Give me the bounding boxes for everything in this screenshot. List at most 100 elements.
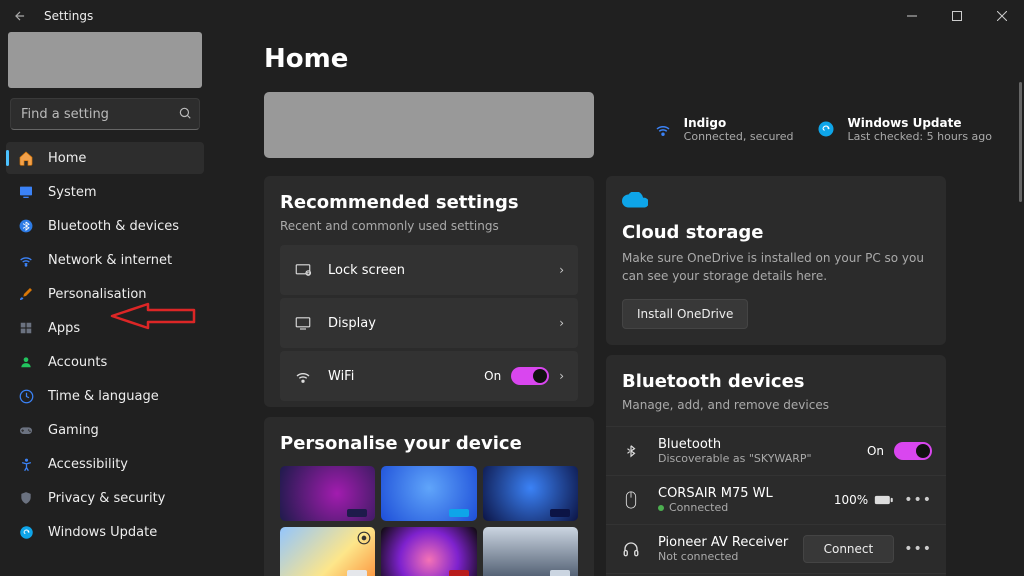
sidebar-item-label: Accounts bbox=[48, 355, 107, 370]
wifi-icon bbox=[18, 252, 34, 268]
bluetooth-toggle[interactable] bbox=[894, 442, 932, 460]
bluetooth-toggle-row[interactable]: Bluetooth Discoverable as "SKYWARP" On bbox=[606, 426, 946, 475]
setting-display[interactable]: Display › bbox=[280, 298, 578, 348]
app-title: Settings bbox=[44, 9, 93, 23]
sidebar-item-label: Home bbox=[48, 151, 86, 166]
sidebar-item-privacy[interactable]: Privacy & security bbox=[6, 482, 204, 514]
sidebar-item-label: Personalisation bbox=[48, 287, 147, 302]
search-icon bbox=[178, 105, 192, 124]
setting-label: Lock screen bbox=[328, 263, 559, 278]
sidebar-item-accessibility[interactable]: Accessibility bbox=[6, 448, 204, 480]
sidebar-item-label: Gaming bbox=[48, 423, 99, 438]
theme-option[interactable] bbox=[381, 466, 476, 521]
search-input[interactable] bbox=[10, 98, 200, 130]
sidebar-item-bluetooth[interactable]: Bluetooth & devices bbox=[6, 210, 204, 242]
gamepad-icon bbox=[18, 422, 34, 438]
sidebar-item-home[interactable]: Home bbox=[6, 142, 204, 174]
wifi-icon bbox=[294, 367, 312, 385]
sidebar-item-network[interactable]: Network & internet bbox=[6, 244, 204, 276]
sidebar-item-system[interactable]: System bbox=[6, 176, 204, 208]
accessibility-icon bbox=[18, 456, 34, 472]
bluetooth-icon bbox=[18, 218, 34, 234]
device-battery: 100% bbox=[834, 493, 868, 507]
chevron-right-icon: › bbox=[559, 316, 564, 330]
system-icon bbox=[18, 184, 34, 200]
mouse-icon bbox=[620, 490, 642, 510]
bt-sub: Discoverable as "SKYWARP" bbox=[658, 452, 867, 465]
bt-state: On bbox=[867, 444, 884, 458]
device-name: Pioneer AV Receiver bbox=[658, 535, 803, 550]
device-row[interactable]: CORSAIR M75 WL Connected 100% ••• bbox=[606, 475, 946, 524]
profile-block[interactable] bbox=[8, 32, 202, 88]
back-button[interactable] bbox=[8, 4, 32, 28]
card-title: Bluetooth devices bbox=[622, 371, 930, 392]
setting-label: WiFi bbox=[328, 369, 484, 384]
card-title: Cloud storage bbox=[622, 222, 930, 243]
update-icon bbox=[18, 524, 34, 540]
status-dot-icon bbox=[658, 505, 664, 511]
card-body: Make sure OneDrive is installed on your … bbox=[622, 249, 930, 285]
lock-screen-icon bbox=[294, 261, 312, 279]
scrollbar[interactable] bbox=[1019, 82, 1022, 202]
setting-state: On bbox=[484, 369, 501, 383]
sidebar-item-time-language[interactable]: Time & language bbox=[6, 380, 204, 412]
sidebar-item-label: Windows Update bbox=[48, 525, 157, 540]
bt-label: Bluetooth bbox=[658, 437, 867, 452]
cloud-storage-card: Cloud storage Make sure OneDrive is inst… bbox=[606, 176, 946, 345]
sidebar-item-label: Time & language bbox=[48, 389, 159, 404]
personalise-card: Personalise your device bbox=[264, 417, 594, 576]
paintbrush-icon bbox=[18, 286, 34, 302]
minimize-button[interactable] bbox=[889, 0, 934, 32]
display-icon bbox=[294, 314, 312, 332]
setting-wifi[interactable]: WiFi On › bbox=[280, 351, 578, 401]
close-button[interactable] bbox=[979, 0, 1024, 32]
page-title: Home bbox=[264, 44, 1008, 74]
wifi-status-card[interactable]: Indigo Connected, secured bbox=[654, 116, 794, 143]
clock-globe-icon bbox=[18, 388, 34, 404]
hero-block bbox=[264, 92, 594, 158]
sidebar-item-label: Network & internet bbox=[48, 253, 172, 268]
sidebar-item-update[interactable]: Windows Update bbox=[6, 516, 204, 548]
more-button[interactable]: ••• bbox=[904, 492, 932, 508]
card-title: Recommended settings bbox=[280, 192, 578, 213]
setting-lock-screen[interactable]: Lock screen › bbox=[280, 245, 578, 295]
maximize-button[interactable] bbox=[934, 0, 979, 32]
sidebar-item-apps[interactable]: Apps bbox=[6, 312, 204, 344]
home-icon bbox=[18, 150, 34, 166]
onedrive-icon bbox=[622, 195, 648, 214]
theme-option[interactable] bbox=[483, 466, 578, 521]
headphones-icon bbox=[620, 540, 642, 558]
install-onedrive-button[interactable]: Install OneDrive bbox=[622, 299, 748, 329]
more-button[interactable]: ••• bbox=[904, 541, 932, 557]
update-status-card[interactable]: Windows Update Last checked: 5 hours ago bbox=[817, 116, 992, 143]
shield-icon bbox=[18, 490, 34, 506]
card-title: Personalise your device bbox=[280, 433, 578, 454]
sidebar-item-label: System bbox=[48, 185, 96, 200]
wifi-name: Indigo bbox=[684, 116, 794, 130]
battery-icon bbox=[874, 491, 894, 510]
theme-option[interactable] bbox=[280, 527, 375, 576]
theme-option[interactable] bbox=[381, 527, 476, 576]
device-name: CORSAIR M75 WL bbox=[658, 486, 834, 501]
card-subtitle: Recent and commonly used settings bbox=[280, 219, 578, 233]
sidebar-item-gaming[interactable]: Gaming bbox=[6, 414, 204, 446]
wifi-icon bbox=[654, 120, 672, 138]
theme-option[interactable] bbox=[280, 466, 375, 521]
apps-icon bbox=[18, 320, 34, 336]
card-subtitle: Manage, add, and remove devices bbox=[622, 398, 930, 412]
theme-option[interactable] bbox=[483, 527, 578, 576]
device-state: Not connected bbox=[658, 550, 803, 563]
sidebar-item-accounts[interactable]: Accounts bbox=[6, 346, 204, 378]
sidebar-item-label: Bluetooth & devices bbox=[48, 219, 179, 234]
device-state: Connected bbox=[669, 501, 728, 514]
chevron-right-icon: › bbox=[559, 369, 564, 383]
bluetooth-devices-card: Bluetooth devices Manage, add, and remov… bbox=[606, 355, 946, 576]
wifi-toggle[interactable] bbox=[511, 367, 549, 385]
sidebar-item-label: Apps bbox=[48, 321, 80, 336]
connect-button[interactable]: Connect bbox=[803, 535, 895, 563]
wifi-state: Connected, secured bbox=[684, 130, 794, 143]
update-icon bbox=[817, 120, 835, 138]
sidebar-item-personalisation[interactable]: Personalisation bbox=[6, 278, 204, 310]
person-icon bbox=[18, 354, 34, 370]
device-row[interactable]: Pioneer AV Receiver Not connected Connec… bbox=[606, 524, 946, 573]
